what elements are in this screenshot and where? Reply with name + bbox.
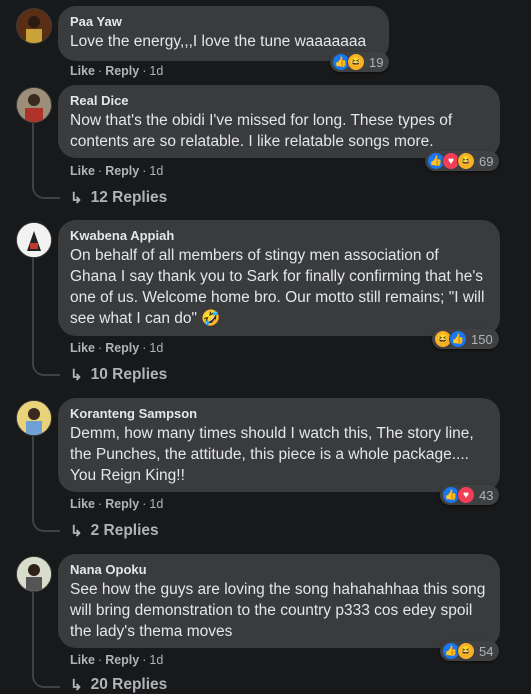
view-replies-link[interactable]: ↳ 20 Replies: [70, 676, 167, 694]
view-replies-link[interactable]: ↳ 2 Replies: [70, 522, 159, 540]
replies-count: 2 Replies: [90, 522, 159, 539]
comment-bubble: Koranteng Sampson Demm, how many times s…: [58, 398, 500, 492]
comment-actions: Like · Reply · 1d: [70, 164, 163, 178]
comment-author[interactable]: Nana Opoku: [70, 562, 488, 578]
timestamp[interactable]: 1d: [149, 341, 163, 355]
timestamp[interactable]: 1d: [149, 64, 163, 78]
avatar[interactable]: [16, 400, 52, 436]
replies-count: 20 Replies: [90, 676, 168, 693]
replies-count: 10 Replies: [90, 366, 168, 383]
comment-actions: Like · Reply · 1d: [70, 341, 163, 355]
reaction-count: 150: [471, 331, 493, 347]
like-link[interactable]: Like: [70, 497, 95, 511]
haha-reaction-icon: 😆: [457, 152, 475, 170]
reaction-summary[interactable]: 👍 ♥ 43: [440, 485, 500, 505]
like-link[interactable]: Like: [70, 164, 95, 178]
thread-line: [32, 123, 34, 183]
separator: ·: [98, 341, 103, 355]
reaction-summary[interactable]: 👍 ♥ 😆 69: [425, 151, 500, 171]
thread-line: [32, 592, 34, 672]
thread-connector: [32, 360, 60, 376]
haha-reaction-icon: 😆: [347, 53, 365, 71]
separator: ·: [142, 497, 147, 511]
like-link[interactable]: Like: [70, 341, 95, 355]
like-link[interactable]: Like: [70, 64, 95, 78]
thread-connector: [32, 516, 60, 532]
reply-link[interactable]: Reply: [105, 64, 139, 78]
comment-text: See how the guys are loving the song hah…: [70, 581, 486, 640]
reaction-count: 19: [369, 54, 384, 70]
reaction-count: 69: [479, 153, 494, 169]
avatar[interactable]: [16, 87, 52, 123]
reaction-count: 54: [479, 643, 494, 659]
separator: ·: [98, 653, 103, 667]
reply-link[interactable]: Reply: [105, 341, 139, 355]
reply-link[interactable]: Reply: [105, 497, 139, 511]
view-replies-link[interactable]: ↳ 12 Replies: [70, 189, 167, 207]
avatar[interactable]: [16, 222, 52, 258]
separator: ·: [142, 164, 147, 178]
comment-text: On behalf of all members of stingy men a…: [70, 247, 485, 327]
reply-arrow-icon: ↳: [70, 677, 83, 694]
timestamp[interactable]: 1d: [149, 164, 163, 178]
haha-reaction-icon: 😆: [457, 642, 475, 660]
avatar[interactable]: [16, 8, 52, 44]
separator: ·: [98, 64, 103, 78]
reaction-summary[interactable]: 👍 😆 54: [440, 641, 500, 661]
replies-count: 12 Replies: [90, 189, 168, 206]
thread-line: [32, 436, 34, 516]
timestamp[interactable]: 1d: [149, 497, 163, 511]
comment-bubble: Kwabena Appiah On behalf of all members …: [58, 220, 500, 336]
thread-connector: [32, 672, 60, 688]
comment-author[interactable]: Paa Yaw: [70, 14, 377, 30]
comment-author[interactable]: Koranteng Sampson: [70, 406, 488, 422]
separator: ·: [98, 164, 103, 178]
reply-link[interactable]: Reply: [105, 653, 139, 667]
reaction-summary[interactable]: 👍 😆 19: [330, 52, 390, 72]
like-link[interactable]: Like: [70, 653, 95, 667]
reply-link[interactable]: Reply: [105, 164, 139, 178]
reply-arrow-icon: ↳: [70, 190, 83, 207]
avatar[interactable]: [16, 556, 52, 592]
comment-bubble: Nana Opoku See how the guys are loving t…: [58, 554, 500, 648]
comment-author[interactable]: Real Dice: [70, 93, 488, 109]
thread-connector: [32, 183, 60, 199]
comment-actions: Like · Reply · 1d: [70, 653, 163, 667]
like-reaction-icon: 👍: [449, 330, 467, 348]
reply-arrow-icon: ↳: [70, 367, 83, 384]
separator: ·: [98, 497, 103, 511]
love-reaction-icon: ♥: [457, 486, 475, 504]
reaction-summary[interactable]: 😆 👍 150: [432, 329, 499, 349]
comment-text: Demm, how many times should I watch this…: [70, 425, 474, 484]
comment-bubble: Real Dice Now that's the obidi I've miss…: [58, 85, 500, 158]
view-replies-link[interactable]: ↳ 10 Replies: [70, 366, 167, 384]
thread-line: [32, 258, 34, 360]
separator: ·: [142, 653, 147, 667]
separator: ·: [142, 64, 147, 78]
comment-author[interactable]: Kwabena Appiah: [70, 228, 488, 244]
timestamp[interactable]: 1d: [149, 653, 163, 667]
reply-arrow-icon: ↳: [70, 523, 83, 540]
reaction-count: 43: [479, 487, 494, 503]
comment-actions: Like · Reply · 1d: [70, 497, 163, 511]
comment-text: Now that's the obidi I've missed for lon…: [70, 112, 453, 150]
comment-text: Love the energy,,,I love the tune waaaaa…: [70, 33, 367, 50]
comment-actions: Like · Reply · 1d: [70, 64, 163, 78]
separator: ·: [142, 341, 147, 355]
